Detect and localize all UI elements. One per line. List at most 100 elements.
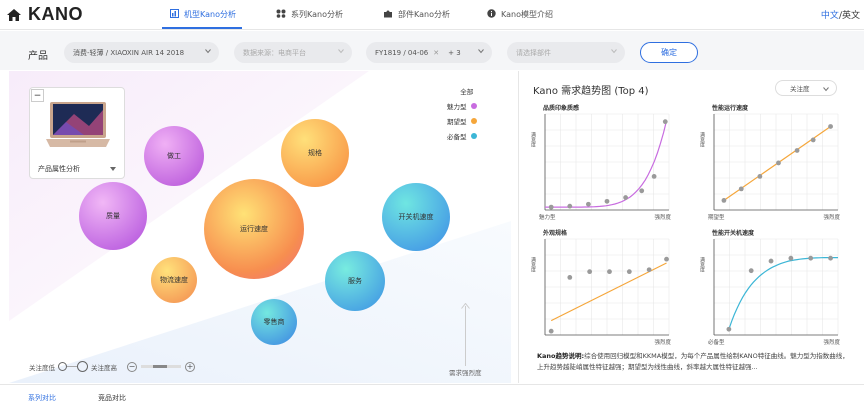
zoom-in-icon[interactable]: + bbox=[185, 361, 195, 372]
bubble-boot-speed[interactable]: 开关机速度 bbox=[382, 183, 450, 251]
chart-plot bbox=[544, 113, 670, 211]
collapse-button[interactable]: − bbox=[31, 89, 44, 102]
component-select[interactable]: 请选择部件 bbox=[507, 42, 625, 63]
legend-label: 必备型 bbox=[447, 133, 467, 141]
product-card: − 产品属性分析 bbox=[29, 87, 125, 179]
legend-item-performance[interactable]: 期望型 bbox=[447, 116, 477, 126]
data-point bbox=[586, 201, 591, 207]
bottom-tabs: 系列对比 竞品对比 bbox=[0, 384, 864, 403]
bubble-quality[interactable]: 质量 bbox=[79, 182, 147, 250]
chart-x-end: 强烈度 bbox=[654, 215, 671, 221]
data-point bbox=[828, 124, 833, 129]
data-point bbox=[738, 186, 744, 192]
data-point bbox=[587, 269, 593, 275]
connector bbox=[67, 366, 77, 367]
legend-item-must-be[interactable]: 必备型 bbox=[447, 131, 477, 141]
product-select[interactable]: 消费-轻薄 / XIAOXIN AIR 14 2018 bbox=[64, 42, 219, 63]
chart-title: 品质印象质感 bbox=[543, 105, 580, 112]
period-select[interactable]: FY1819 / 04-06 ✕ + 3 bbox=[366, 42, 492, 63]
demand-axis-line bbox=[465, 306, 466, 366]
data-point bbox=[646, 267, 652, 273]
bubble-workmanship[interactable]: 做工 bbox=[144, 126, 204, 186]
data-point bbox=[626, 269, 632, 275]
zoom-slider[interactable] bbox=[141, 365, 181, 368]
note-label: Kano趋势说明: bbox=[537, 352, 585, 360]
bubble-service[interactable]: 服务 bbox=[325, 251, 385, 311]
trend-panel: Kano 需求趋势图 (Top 4) 关注度 品质印象质感 满意度 魅力型 强烈… bbox=[518, 71, 857, 383]
active-tab-indicator bbox=[162, 27, 242, 29]
trend-title: Kano 需求趋势图 (Top 4) bbox=[533, 86, 649, 97]
data-source-select[interactable]: 数据来源：电商平台 bbox=[234, 42, 352, 63]
zoom-slider-thumb[interactable] bbox=[153, 365, 167, 368]
tab-series-compare[interactable]: 系列对比 bbox=[28, 393, 56, 403]
lang-en-link[interactable]: 英文 bbox=[842, 11, 860, 21]
bubble-running-speed[interactable]: 运行速度 bbox=[204, 179, 304, 279]
bar-chart-icon bbox=[170, 9, 179, 20]
data-source-placeholder: 数据来源：电商平台 bbox=[243, 48, 306, 57]
data-point bbox=[757, 174, 763, 179]
bubble-label: 开关机速度 bbox=[398, 213, 434, 221]
arrow-up-icon bbox=[461, 303, 470, 309]
chart-x-end: 强烈度 bbox=[823, 340, 840, 346]
product-label: 产品 bbox=[28, 51, 48, 62]
data-point bbox=[662, 119, 668, 125]
data-point bbox=[776, 160, 781, 166]
legend: 全部 魅力型 期望型 必备型 bbox=[447, 86, 477, 146]
bubble-label: 质量 bbox=[106, 212, 120, 220]
data-point bbox=[726, 326, 732, 332]
tab-label: 机型Kano分析 bbox=[184, 10, 236, 19]
tab-kano-intro[interactable]: Kano模型介绍 bbox=[487, 9, 553, 20]
tab-component-kano[interactable]: 部件Kano分析 bbox=[383, 9, 450, 20]
tab-series-kano[interactable]: 系列Kano分析 bbox=[276, 9, 343, 20]
chart-title: 性能运行速度 bbox=[712, 105, 749, 112]
cluster-icon bbox=[276, 9, 286, 20]
note-text: 综合使用回归模型和KKMA模型，为每个产品属性绘制KANO特征曲线。魅力型为指数… bbox=[537, 352, 849, 371]
filter-bar: 产品 消费-轻薄 / XIAOXIN AIR 14 2018 数据来源：电商平台… bbox=[0, 31, 864, 70]
attention-select[interactable]: 关注度 bbox=[775, 80, 837, 96]
data-point bbox=[607, 269, 612, 275]
tab-label: 系列Kano分析 bbox=[291, 10, 343, 19]
brand[interactable]: KANO bbox=[6, 4, 83, 25]
chevron-down-icon bbox=[338, 49, 344, 54]
tab-model-kano[interactable]: 机型Kano分析 bbox=[170, 9, 236, 20]
chevron-down-icon bbox=[205, 49, 211, 54]
top-nav: KANO 机型Kano分析 系列Kano分析 部件Kano分析 Kano模型介绍… bbox=[0, 0, 864, 30]
data-point bbox=[808, 255, 814, 261]
data-point bbox=[567, 275, 573, 280]
chevron-down-icon bbox=[478, 49, 484, 54]
attention-controls: 关注度低 关注度高 − + bbox=[29, 361, 195, 372]
data-point bbox=[548, 328, 554, 334]
data-point bbox=[721, 198, 727, 203]
legend-item-attractive[interactable]: 魅力型 bbox=[447, 101, 477, 111]
caret-down-icon[interactable] bbox=[110, 167, 116, 171]
data-point bbox=[651, 174, 657, 179]
bubble-specification[interactable]: 规格 bbox=[281, 119, 349, 187]
confirm-button[interactable]: 确定 bbox=[640, 42, 698, 63]
radio-high[interactable] bbox=[77, 361, 88, 372]
bubble-logistics-speed[interactable]: 物流速度 bbox=[151, 257, 197, 303]
chevron-down-icon bbox=[823, 87, 829, 92]
chart-title: 性能开关机速度 bbox=[712, 230, 755, 237]
puzzle-icon bbox=[383, 9, 393, 20]
radio-low[interactable] bbox=[58, 362, 67, 371]
trend-note: Kano趋势说明:综合使用回归模型和KKMA模型，为每个产品属性绘制KANO特征… bbox=[537, 351, 849, 373]
lang-zh-link[interactable]: 中文 bbox=[821, 11, 839, 21]
data-point bbox=[748, 268, 754, 274]
bubble-label: 运行速度 bbox=[240, 225, 268, 233]
tab-competitor-compare[interactable]: 竞品对比 bbox=[98, 393, 126, 403]
zoom-out-icon[interactable]: − bbox=[127, 361, 137, 372]
period-tag: FY1819 / 04-06 bbox=[375, 48, 429, 57]
legend-all[interactable]: 全部 bbox=[447, 86, 477, 96]
bubble-label: 做工 bbox=[167, 152, 181, 160]
remove-tag-icon[interactable]: ✕ bbox=[433, 49, 439, 57]
bubble-retailer[interactable]: 零售商 bbox=[251, 299, 297, 345]
attention-high-label: 关注度高 bbox=[91, 363, 117, 372]
data-point bbox=[567, 203, 573, 209]
bubble-label: 规格 bbox=[308, 149, 322, 157]
data-point bbox=[788, 255, 794, 261]
chart-x-start: 必备型 bbox=[708, 340, 725, 346]
legend-label: 魅力型 bbox=[447, 103, 467, 111]
data-point bbox=[794, 148, 800, 153]
product-select-value: 消费-轻薄 / XIAOXIN AIR 14 2018 bbox=[73, 48, 185, 57]
chart-x-start: 期望型 bbox=[708, 215, 725, 221]
